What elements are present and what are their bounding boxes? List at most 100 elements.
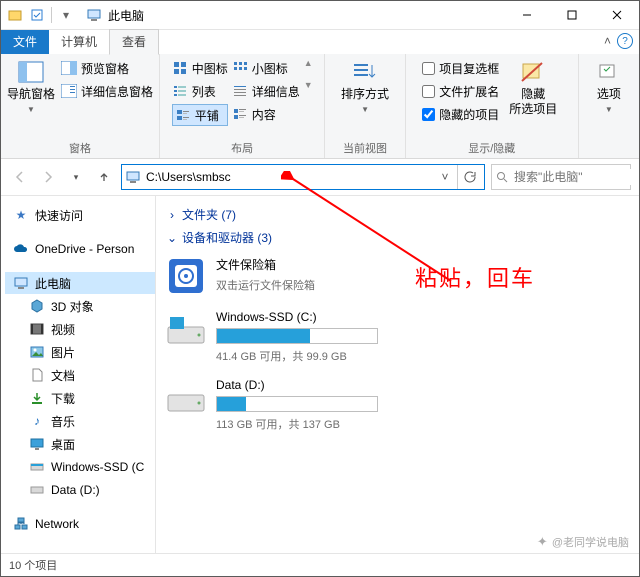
qat-dropdown-icon[interactable]: ▾ (58, 7, 74, 23)
address-dropdown-icon[interactable]: ˅ (437, 170, 453, 184)
content-button[interactable]: 内容 (232, 104, 300, 124)
sidebar-item-documents[interactable]: 文档 (5, 364, 155, 386)
music-icon: ♪ (29, 413, 45, 429)
drive-item-c[interactable]: Windows-SSD (C:) 41.4 GB 可用，共 99.9 GB (166, 310, 629, 364)
watermark: ✦@老同学说电脑 (537, 534, 629, 550)
search-icon (496, 171, 508, 183)
drives-section-header[interactable]: ⌄设备和驱动器 (3) (166, 229, 629, 246)
drive-d-icon (166, 378, 206, 418)
drive-name: Windows-SSD (C:) (216, 310, 378, 324)
nav-pane-label: 导航窗格 (7, 88, 55, 101)
maximize-button[interactable] (549, 1, 594, 29)
sidebar-item-network[interactable]: Network (5, 513, 155, 535)
drive-usage-bar (216, 396, 378, 412)
group-showhide-label: 显示/隐藏 (468, 138, 515, 156)
back-button[interactable] (9, 166, 31, 188)
details-pane-button[interactable]: 详细信息窗格 (61, 81, 153, 101)
status-bar: 10 个项目 (1, 553, 639, 576)
up-button[interactable] (93, 166, 115, 188)
drive-sub: 41.4 GB 可用，共 99.9 GB (216, 348, 378, 364)
list-button[interactable]: 列表 (172, 81, 228, 101)
star-icon: ★ (13, 207, 29, 223)
chevron-down-icon: ⌄ (166, 231, 178, 245)
forward-button[interactable] (37, 166, 59, 188)
picture-icon (29, 344, 45, 360)
annotation-text: 粘贴，回车 (415, 261, 535, 293)
drive-name: 文件保险箱 (216, 256, 315, 273)
medium-icons-button[interactable]: 中图标 (172, 58, 228, 78)
drive-usage-bar (216, 328, 378, 344)
sidebar-item-ddrive[interactable]: Data (D:) (5, 479, 155, 501)
address-icon (126, 170, 140, 184)
sidebar-item-cdrive[interactable]: Windows-SSD (C (5, 456, 155, 478)
address-input[interactable] (144, 169, 433, 185)
hide-icon (519, 58, 547, 86)
drive-icon (29, 482, 45, 498)
download-icon (29, 390, 45, 406)
sidebar-item-desktop[interactable]: 桌面 (5, 433, 155, 455)
refresh-button[interactable] (457, 165, 480, 189)
search-input[interactable] (512, 169, 640, 185)
drive-icon (29, 459, 45, 475)
sort-by-icon (351, 58, 379, 86)
search-box[interactable] (491, 164, 631, 190)
tab-file[interactable]: 文件 (1, 30, 49, 54)
drive-item-safebox[interactable]: 文件保险箱 双击运行文件保险箱 (166, 256, 629, 296)
group-layout-label: 布局 (231, 138, 253, 156)
help-icon[interactable]: ? (617, 33, 633, 49)
video-icon (29, 321, 45, 337)
sidebar-item-downloads[interactable]: 下载 (5, 387, 155, 409)
properties-icon[interactable] (29, 7, 45, 23)
tab-computer[interactable]: 计算机 (49, 30, 109, 54)
sidebar-item-videos[interactable]: 视频 (5, 318, 155, 340)
cube-icon (29, 298, 45, 314)
tiles-button[interactable]: 平铺 (172, 104, 228, 126)
close-button[interactable] (594, 1, 639, 29)
nav-pane-button[interactable]: 导航窗格 ▼ (7, 58, 55, 116)
preview-pane-button[interactable]: 预览窗格 (61, 58, 153, 78)
small-icons-button[interactable]: 小图标 (232, 58, 300, 78)
minimize-button[interactable] (504, 1, 549, 29)
options-icon (595, 58, 623, 86)
explorer-icon (7, 7, 23, 23)
desktop-icon (29, 436, 45, 452)
options-button[interactable]: 选项 ▼ (589, 58, 629, 116)
group-currentview-label: 当前视图 (343, 138, 387, 156)
tiles-icon (175, 107, 191, 123)
file-extensions-toggle[interactable]: 文件扩展名 (422, 81, 499, 101)
recent-dropdown[interactable]: ▾ (65, 166, 87, 188)
tab-view[interactable]: 查看 (109, 29, 159, 55)
details-icon (232, 83, 248, 99)
hide-selected-button[interactable]: 隐藏 所选项目 (505, 58, 561, 116)
small-icons-icon (232, 60, 248, 76)
network-icon (13, 516, 29, 532)
content-icon (232, 106, 248, 122)
sidebar-item-3d[interactable]: 3D 对象 (5, 295, 155, 317)
item-checkboxes-toggle[interactable]: 项目复选框 (422, 58, 499, 78)
sidebar-item-music[interactable]: ♪音乐 (5, 410, 155, 432)
sidebar-item-onedrive[interactable]: OneDrive - Person (5, 238, 155, 260)
drive-item-d[interactable]: Data (D:) 113 GB 可用，共 137 GB (166, 378, 629, 432)
thispc-icon (86, 7, 102, 23)
sidebar-item-pictures[interactable]: 图片 (5, 341, 155, 363)
navigation-pane[interactable]: ★快速访问 OneDrive - Person 此电脑 3D 对象 视频 图片 … (1, 196, 156, 553)
collapse-ribbon-icon[interactable]: ˄ (604, 34, 611, 48)
hidden-items-toggle[interactable]: 隐藏的项目 (422, 104, 499, 124)
cloud-icon (13, 241, 29, 257)
group-panes-label: 窗格 (69, 138, 91, 156)
sort-by-button[interactable]: 排序方式 ▼ (341, 58, 389, 116)
drive-sub: 双击运行文件保险箱 (216, 277, 315, 293)
layout-scroll-down[interactable]: ▼ (304, 80, 313, 90)
sidebar-item-quick[interactable]: ★快速访问 (5, 204, 155, 226)
medium-icons-icon (172, 60, 188, 76)
details-button[interactable]: 详细信息 (232, 81, 300, 101)
layout-scroll-up[interactable]: ▲ (304, 58, 313, 68)
nav-pane-icon (17, 58, 45, 86)
document-icon (29, 367, 45, 383)
address-bar[interactable]: ˅ (121, 164, 485, 190)
safebox-icon (166, 256, 206, 296)
content-pane[interactable]: ›文件夹 (7) ⌄设备和驱动器 (3) 文件保险箱 双击运行文件保险箱 Win… (156, 196, 639, 553)
folders-section-header[interactable]: ›文件夹 (7) (166, 206, 629, 223)
sidebar-item-thispc[interactable]: 此电脑 (5, 272, 155, 294)
drive-c-icon (166, 310, 206, 350)
